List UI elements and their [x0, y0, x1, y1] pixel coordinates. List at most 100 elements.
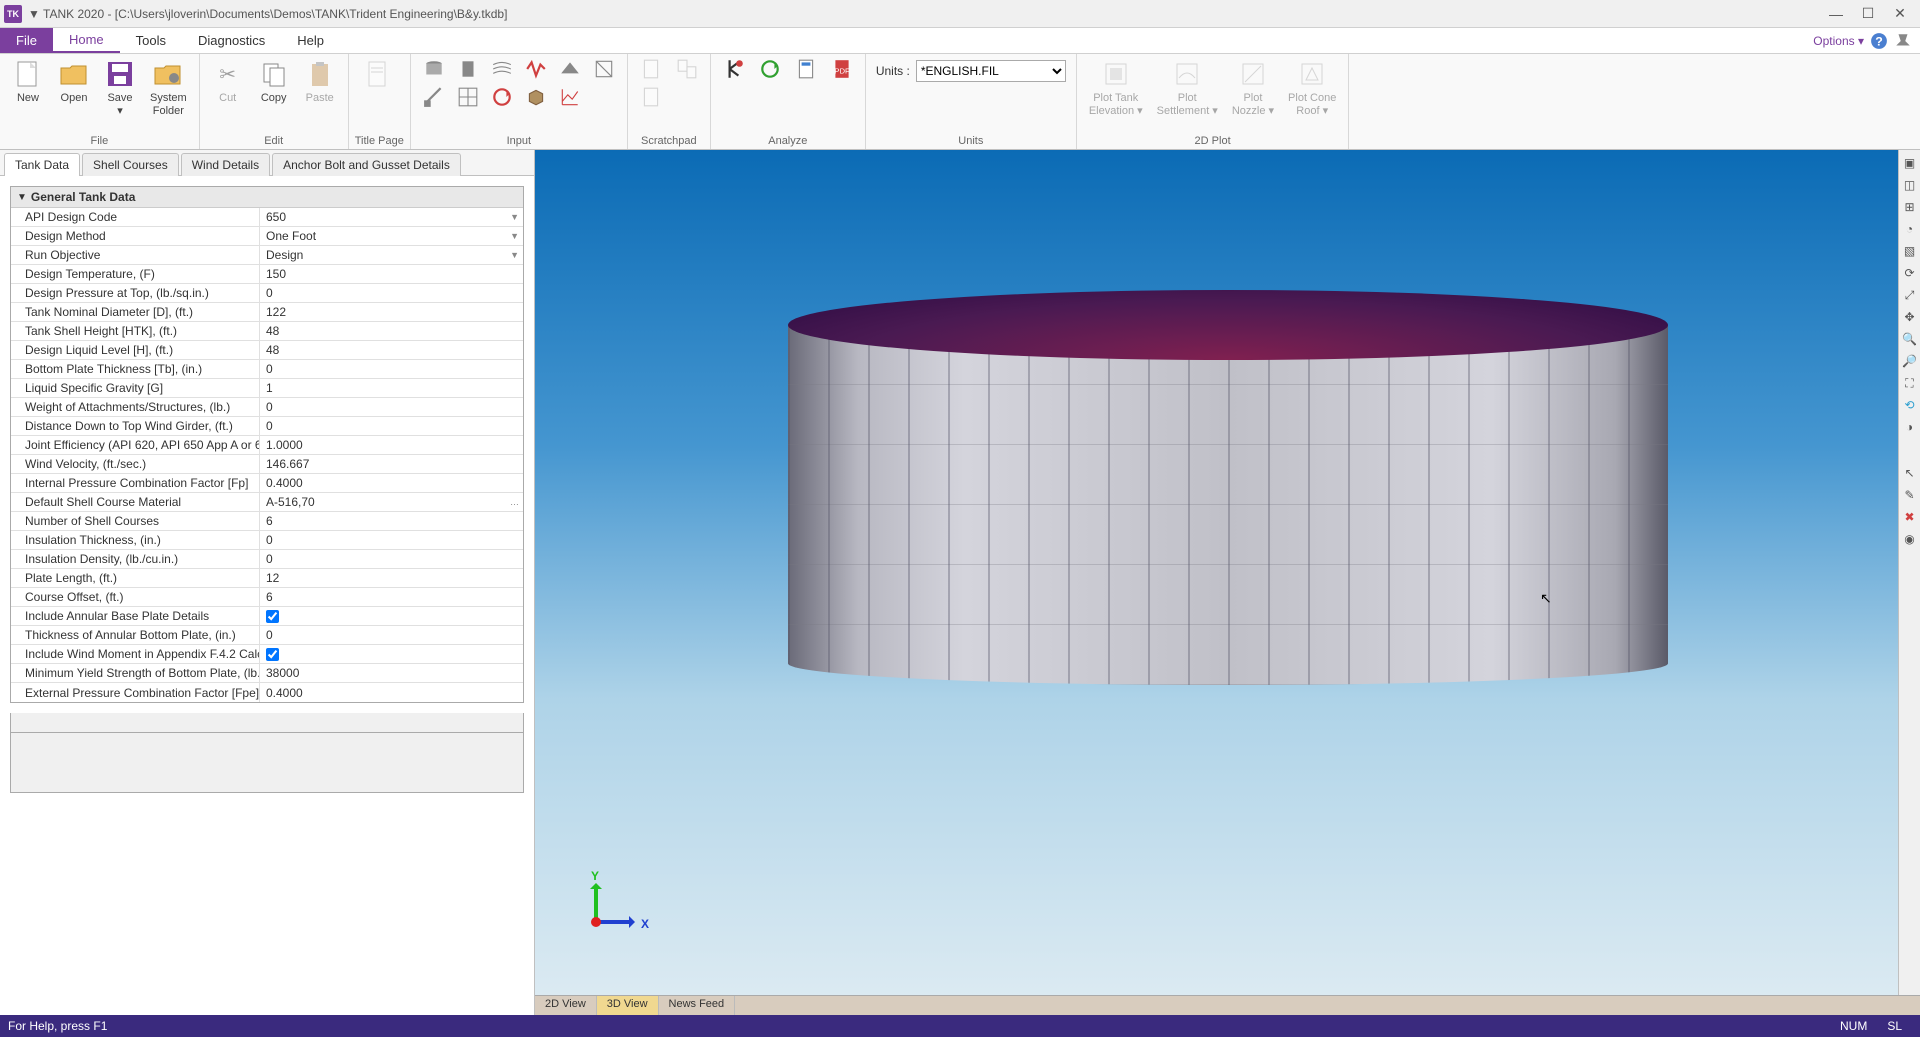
property-row[interactable]: Default Shell Course MaterialA-516,70…: [11, 493, 523, 512]
property-value[interactable]: 0: [259, 360, 523, 378]
property-value[interactable]: 122: [259, 303, 523, 321]
viewport-3d[interactable]: Y X ↖: [535, 150, 1920, 995]
save-button[interactable]: Save ▾: [98, 56, 142, 120]
browse-icon[interactable]: …: [510, 497, 519, 507]
property-value[interactable]: [259, 607, 523, 625]
pin-icon[interactable]: [1894, 32, 1912, 50]
rtool-zoom-out[interactable]: 🔎: [1901, 352, 1919, 370]
help-icon[interactable]: ?: [1870, 32, 1888, 50]
property-value[interactable]: Design▼: [259, 246, 523, 264]
analyze-btn-4[interactable]: PDF: [825, 56, 859, 82]
input-btn-8[interactable]: [451, 84, 485, 110]
rtool-select[interactable]: ↖: [1901, 464, 1919, 482]
property-row[interactable]: Design MethodOne Foot▼: [11, 227, 523, 246]
dropdown-icon[interactable]: ▼: [510, 212, 519, 222]
property-row[interactable]: External Pressure Combination Factor [Fp…: [11, 683, 523, 702]
property-value[interactable]: 48: [259, 341, 523, 359]
property-checkbox[interactable]: [266, 610, 279, 623]
property-row[interactable]: Design Temperature, (F)150: [11, 265, 523, 284]
property-value[interactable]: 38000: [259, 664, 523, 682]
property-row[interactable]: Joint Efficiency (API 620, API 650 App A…: [11, 436, 523, 455]
tab-news-feed[interactable]: News Feed: [659, 996, 736, 1015]
property-row[interactable]: Thickness of Annular Bottom Plate, (in.)…: [11, 626, 523, 645]
menu-diagnostics[interactable]: Diagnostics: [182, 28, 281, 53]
rtool-6[interactable]: ⟳: [1901, 264, 1919, 282]
property-row[interactable]: Internal Pressure Combination Factor [Fp…: [11, 474, 523, 493]
input-btn-10[interactable]: [519, 84, 553, 110]
property-row[interactable]: API Design Code650▼: [11, 208, 523, 227]
rtool-zoom-in[interactable]: 🔍: [1901, 330, 1919, 348]
property-value[interactable]: 150: [259, 265, 523, 283]
property-value[interactable]: 6: [259, 588, 523, 606]
input-btn-6[interactable]: [587, 56, 621, 82]
input-btn-3[interactable]: [485, 56, 519, 82]
property-value[interactable]: 0.4000: [259, 474, 523, 492]
property-value[interactable]: 0: [259, 550, 523, 568]
property-value[interactable]: 48: [259, 322, 523, 340]
property-value[interactable]: 0: [259, 284, 523, 302]
property-row[interactable]: Insulation Density, (lb./cu.in.)0: [11, 550, 523, 569]
property-value[interactable]: 0: [259, 417, 523, 435]
rtool-15[interactable]: ✖: [1901, 508, 1919, 526]
rtool-5[interactable]: ▧: [1901, 242, 1919, 260]
property-row[interactable]: Include Annular Base Plate Details: [11, 607, 523, 626]
property-value[interactable]: 0: [259, 531, 523, 549]
rtool-8[interactable]: ✥: [1901, 308, 1919, 326]
rtool-12[interactable]: ◑: [1901, 418, 1919, 436]
menu-file[interactable]: File: [0, 28, 53, 53]
menu-tools[interactable]: Tools: [120, 28, 182, 53]
new-button[interactable]: New: [6, 56, 50, 107]
property-row[interactable]: Course Offset, (ft.)6: [11, 588, 523, 607]
input-btn-1[interactable]: [417, 56, 451, 82]
property-value[interactable]: A-516,70…: [259, 493, 523, 511]
property-value[interactable]: 12: [259, 569, 523, 587]
property-row[interactable]: Run ObjectiveDesign▼: [11, 246, 523, 265]
property-value[interactable]: 6: [259, 512, 523, 530]
property-row[interactable]: Insulation Thickness, (in.)0: [11, 531, 523, 550]
rtool-1[interactable]: ▣: [1901, 154, 1919, 172]
rtool-2[interactable]: ◫: [1901, 176, 1919, 194]
tab-wind-details[interactable]: Wind Details: [181, 153, 270, 176]
rtool-14[interactable]: ✎: [1901, 486, 1919, 504]
property-value[interactable]: 0.4000: [259, 683, 523, 702]
property-row[interactable]: Tank Shell Height [HTK], (ft.)48: [11, 322, 523, 341]
property-row[interactable]: Tank Nominal Diameter [D], (ft.)122: [11, 303, 523, 322]
rtool-4[interactable]: ◔: [1901, 220, 1919, 238]
maximize-button[interactable]: ☐: [1852, 3, 1884, 25]
tab-shell-courses[interactable]: Shell Courses: [82, 153, 179, 176]
input-btn-7[interactable]: [417, 84, 451, 110]
dropdown-icon[interactable]: ▼: [510, 250, 519, 260]
rtool-rotate[interactable]: ⟲: [1901, 396, 1919, 414]
input-btn-4[interactable]: [519, 56, 553, 82]
minimize-button[interactable]: —: [1820, 3, 1852, 25]
property-row[interactable]: Bottom Plate Thickness [Tb], (in.)0: [11, 360, 523, 379]
options-dropdown[interactable]: Options ▾: [1813, 34, 1864, 48]
close-button[interactable]: ✕: [1884, 3, 1916, 25]
copy-button[interactable]: Copy: [252, 56, 296, 107]
property-row[interactable]: Weight of Attachments/Structures, (lb.)0: [11, 398, 523, 417]
property-value[interactable]: 650▼: [259, 208, 523, 226]
property-value[interactable]: 1: [259, 379, 523, 397]
tab-tank-data[interactable]: Tank Data: [4, 153, 80, 176]
property-row[interactable]: Design Pressure at Top, (lb./sq.in.)0: [11, 284, 523, 303]
property-value[interactable]: 146.667: [259, 455, 523, 473]
property-row[interactable]: Design Liquid Level [H], (ft.)48: [11, 341, 523, 360]
property-row[interactable]: Distance Down to Top Wind Girder, (ft.)0: [11, 417, 523, 436]
menu-help[interactable]: Help: [281, 28, 340, 53]
units-select[interactable]: *ENGLISH.FIL: [916, 60, 1066, 82]
input-btn-2[interactable]: [451, 56, 485, 82]
property-value[interactable]: [259, 645, 523, 663]
menu-home[interactable]: Home: [53, 28, 120, 53]
property-value[interactable]: One Foot▼: [259, 227, 523, 245]
dropdown-icon[interactable]: ▼: [510, 231, 519, 241]
rtool-7[interactable]: ⤢: [1901, 286, 1919, 304]
property-checkbox[interactable]: [266, 648, 279, 661]
input-btn-11[interactable]: [553, 84, 587, 110]
input-btn-5[interactable]: [553, 56, 587, 82]
tab-anchor-bolt[interactable]: Anchor Bolt and Gusset Details: [272, 153, 461, 176]
rtool-16[interactable]: ◉: [1901, 530, 1919, 548]
analyze-btn-3[interactable]: [789, 56, 823, 82]
open-button[interactable]: Open: [52, 56, 96, 107]
property-row[interactable]: Plate Length, (ft.)12: [11, 569, 523, 588]
property-row[interactable]: Wind Velocity, (ft./sec.)146.667: [11, 455, 523, 474]
